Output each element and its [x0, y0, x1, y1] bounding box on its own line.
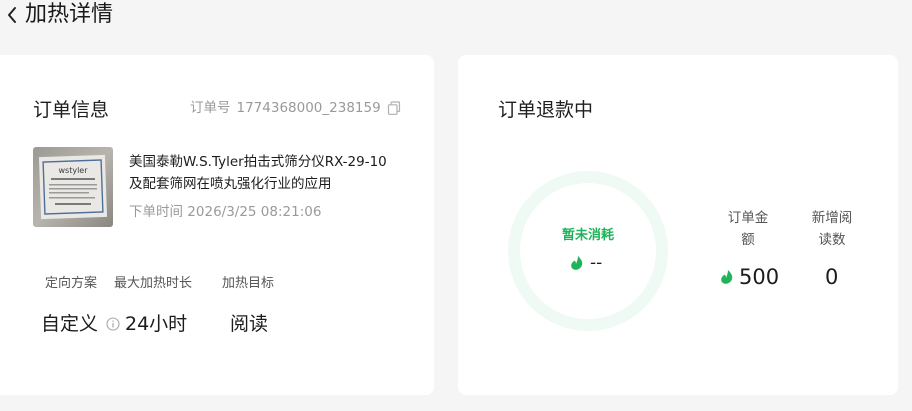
product-title[interactable]: 美国泰勒W.S.Tyler拍击式筛分仪RX-29-10及配套筛网在喷丸强化行业的…: [129, 151, 399, 195]
back-button[interactable]: [2, 4, 22, 26]
chevron-left-icon: [8, 7, 16, 23]
consumption-ring: [508, 171, 668, 331]
order-amount-value: 500: [720, 263, 779, 291]
page-title: 加热详情: [25, 2, 114, 27]
order-number: 订单号 1774368000_238159: [190, 98, 401, 118]
leaf-coin-icon: [721, 270, 733, 284]
new-reads-value: 0: [825, 265, 839, 289]
copy-icon[interactable]: [387, 101, 401, 115]
page-header: 加热详情: [0, 0, 912, 32]
order-amount-text: 500: [739, 265, 780, 289]
ring-value: --: [570, 253, 602, 273]
order-time-label: 下单时间: [129, 204, 183, 220]
info-icon[interactable]: [106, 317, 120, 331]
targeting-value: 自定义: [41, 313, 99, 335]
thumbnail-brand-text: wstyler: [58, 166, 88, 175]
targeting-label: 定向方案: [45, 276, 98, 291]
order-info-card: 订单信息 订单号 1774368000_238159 wstyler 美国泰勒W…: [0, 55, 434, 395]
order-number-value: 1774368000_238159: [236, 100, 381, 116]
refund-card: 订单退款中 暂未消耗 -- 订单金额 500 新增阅读数 0: [458, 55, 898, 395]
refund-title: 订单退款中: [498, 99, 594, 121]
max-duration-label: 最大加热时长: [114, 276, 193, 291]
new-reads-label: 新增阅读数: [811, 210, 853, 248]
heat-goal-value: 阅读: [230, 313, 269, 335]
leaf-coin-icon: [571, 256, 583, 270]
order-time-value: 2026/3/25 08:21:06: [187, 204, 322, 220]
order-amount-label: 订单金额: [727, 210, 769, 248]
heat-goal-label: 加热目标: [222, 276, 275, 291]
ring-value-text: --: [590, 253, 603, 273]
max-duration-value: 24小时: [125, 313, 188, 335]
order-number-label: 订单号: [190, 100, 231, 116]
order-time: 下单时间 2026/3/25 08:21:06: [129, 202, 321, 222]
product-thumbnail[interactable]: wstyler: [33, 147, 113, 227]
ring-status-label: 暂未消耗: [561, 228, 614, 243]
product-thumbnail-image: wstyler: [33, 147, 113, 227]
order-info-title: 订单信息: [33, 99, 110, 121]
